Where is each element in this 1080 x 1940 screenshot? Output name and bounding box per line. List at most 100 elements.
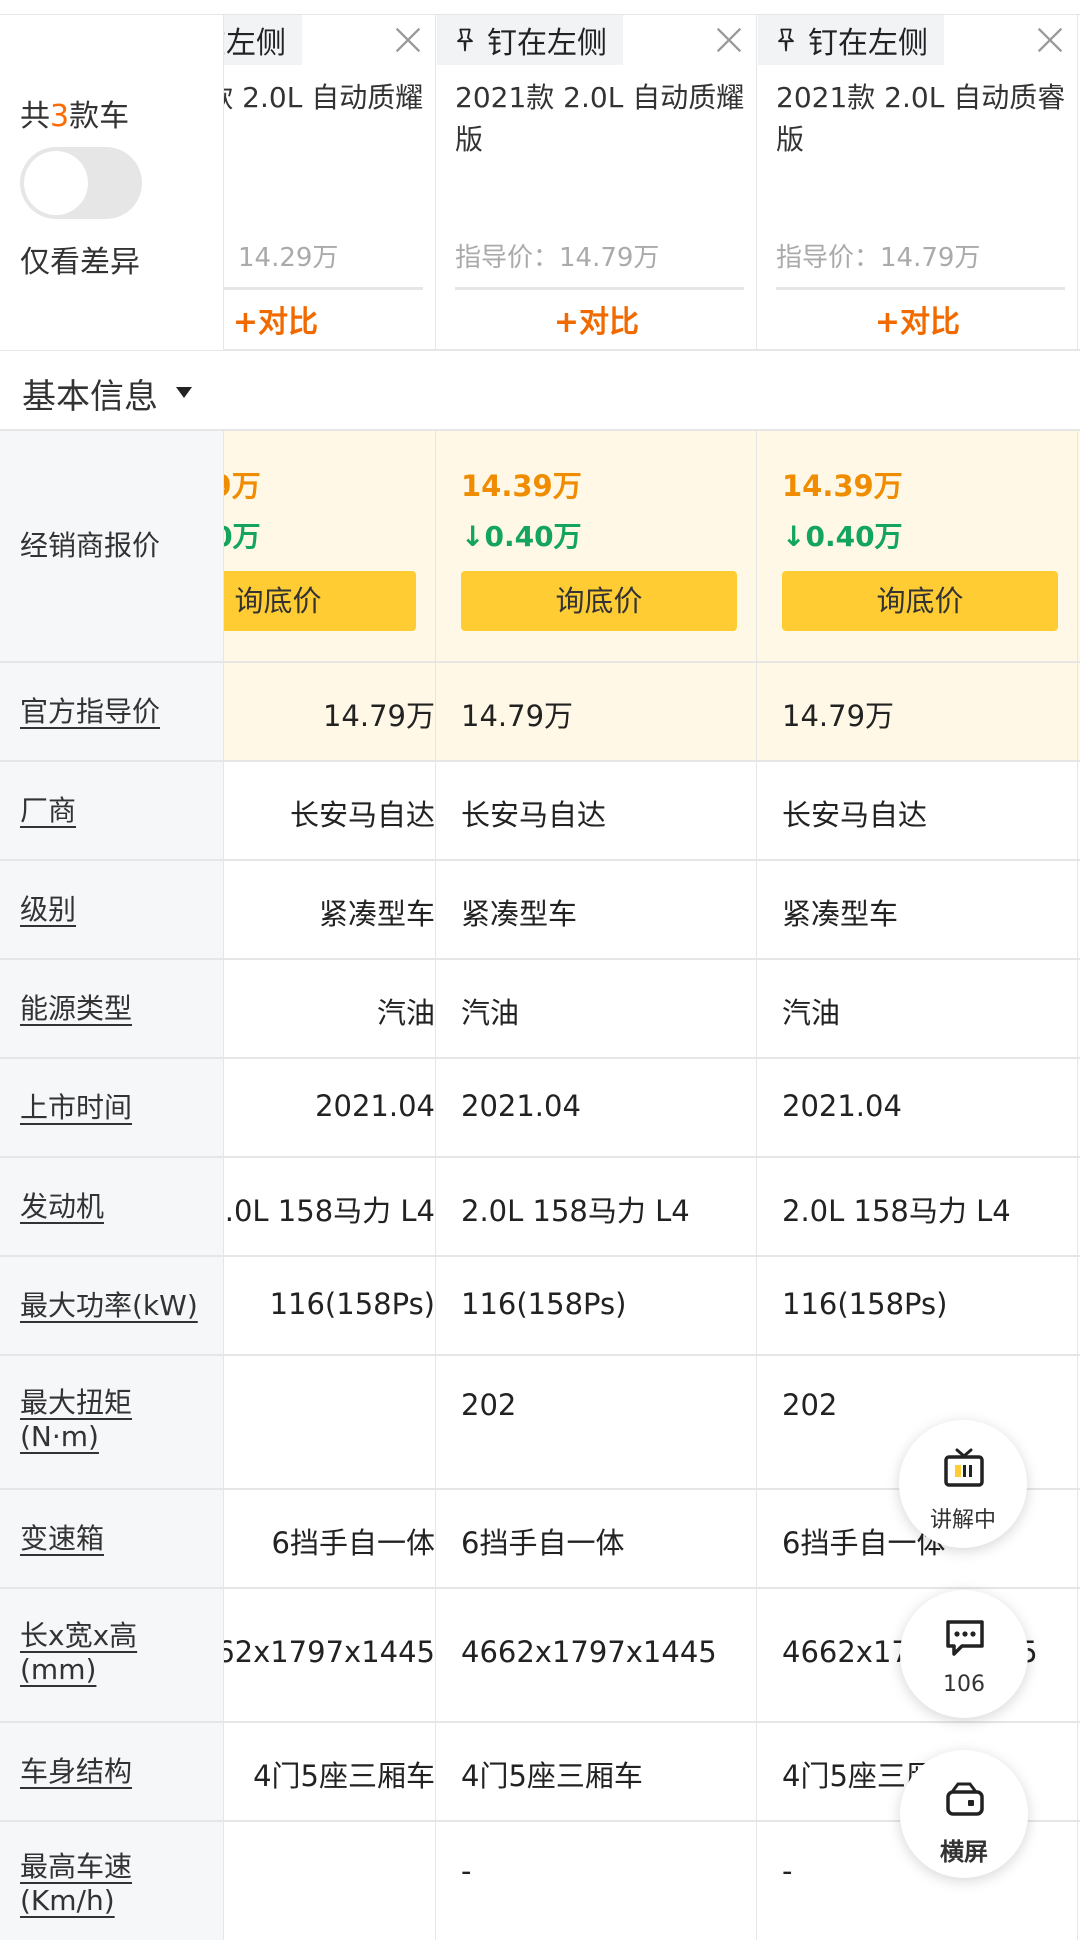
row-label-cell: 官方指导价 [0, 663, 224, 760]
tv-icon [944, 1448, 984, 1487]
dealer-price: 14.39万 [461, 469, 582, 503]
dealer-cell: 14.39万 ↓0.40万 询底价 [758, 431, 1078, 661]
cell-value: 汽油 [782, 996, 841, 1030]
table-cell: 116(158Ps) [437, 1257, 757, 1354]
pin-label: 钉在左侧 [808, 26, 928, 61]
cell-value: 14.79万 [782, 699, 895, 733]
table-row: 能源类型 汽油 汽油 汽油 [0, 960, 1080, 1059]
car-count-text: 共3款车 [20, 99, 130, 134]
row-label[interactable]: 最大扭矩(N·m) [20, 1386, 170, 1454]
comment-icon [946, 1620, 984, 1656]
model-name: 2021款 2.0L 自动质耀版 [455, 81, 745, 156]
row-label[interactable]: 车身结构 [20, 1755, 132, 1789]
cell-value: 长安马自达 [461, 798, 607, 832]
table-row-dealer-price: 经销商报价 14.39万 ↓0.40万 询底价 14.39万 ↓0.40万 询底… [0, 431, 1080, 663]
pin-left-button[interactable]: 钉在左侧 [758, 15, 944, 65]
row-label-cell: 上市时间 [0, 1059, 224, 1156]
cell-value: 汽油 [461, 996, 520, 1030]
pin-left-button[interactable]: 钉在左侧 [437, 15, 623, 65]
diff-only-toggle[interactable] [20, 147, 142, 219]
table-row: 官方指导价 14.79万 14.79万 14.79万 [0, 663, 1080, 762]
row-label[interactable]: 最大功率(kW) [20, 1289, 198, 1323]
row-label[interactable]: 级别 [20, 893, 76, 927]
table-cell: 汽油 [437, 960, 757, 1057]
row-label: 经销商报价 [20, 529, 161, 562]
close-icon[interactable] [1033, 23, 1067, 57]
close-icon[interactable] [391, 23, 425, 57]
table-cell: 2021.04 [437, 1059, 757, 1156]
table-cell: - [437, 1822, 757, 1940]
add-compare-button[interactable]: +对比 [437, 297, 756, 341]
row-label-cell: 经销商报价 [0, 431, 224, 661]
row-label-cell: 变速箱 [0, 1490, 224, 1587]
row-label[interactable]: 上市时间 [20, 1091, 132, 1125]
row-label[interactable]: 变速箱 [20, 1522, 104, 1556]
row-label-cell: 最高车速(Km/h) [0, 1822, 224, 1940]
comments-count: 106 [943, 1672, 985, 1697]
table-cell: 长安马自达 [758, 762, 1078, 859]
pin-icon [778, 28, 794, 52]
cell-value: 202 [782, 1388, 838, 1422]
pin-label: 钉在左侧 [487, 26, 607, 61]
car-count-number: 3 [50, 99, 70, 134]
cell-value: 2021.04 [461, 1089, 581, 1123]
guide-price-text: 指导价：14.79万 [776, 243, 981, 273]
cell-value: 4662x1797x1445 [461, 1635, 717, 1669]
table-row: 发动机 2.0L 158马力 L4 2.0L 158马力 L4 2.0L 158… [0, 1158, 1080, 1257]
explain-label: 讲解中 [929, 1508, 996, 1533]
cell-value: 202 [461, 1388, 517, 1422]
car-column-2: 钉在左侧 2021款 2.0L 自动质耀版 指导价：14.79万 +对比 [437, 15, 757, 350]
cell-value: 2.0L 158马力 L4 [461, 1194, 690, 1228]
table-cell: 4662x1797x1445 [437, 1589, 757, 1721]
table-cell: 4门5座三厢车 [437, 1723, 757, 1820]
comments-float-button[interactable]: 106 [900, 1590, 1028, 1718]
car-column-3: 钉在左侧 2021款 2.0L 自动质睿版 指导价：14.79万 +对比 [758, 15, 1078, 350]
explain-float-button[interactable]: 讲解中 [899, 1420, 1027, 1548]
ask-lowest-price-button[interactable]: 询底价 [782, 571, 1058, 631]
toggle-knob [24, 151, 88, 215]
close-icon[interactable] [712, 23, 746, 57]
row-label[interactable]: 发动机 [20, 1190, 104, 1224]
price-drop: ↓0.40万 [782, 520, 903, 553]
rotate-screen-icon [946, 1782, 984, 1816]
table-row: 最大功率(kW) 116(158Ps) 116(158Ps) 116(158Ps… [0, 1257, 1080, 1356]
table-cell: 汽油 [758, 960, 1078, 1057]
row-label[interactable]: 最高车速(Km/h) [20, 1850, 170, 1918]
ask-lowest-price-button[interactable]: 询底价 [461, 571, 737, 631]
cell-value: - [461, 1854, 472, 1888]
row-label[interactable]: 厂商 [20, 794, 76, 828]
section-title: 基本信息 [22, 377, 158, 417]
table-cell: 2.0L 158马力 L4 [758, 1158, 1078, 1255]
row-label[interactable]: 长x宽x高(mm) [20, 1619, 170, 1687]
table-row: 级别 紧凑型车 紧凑型车 紧凑型车 [0, 861, 1080, 960]
row-label-cell: 发动机 [0, 1158, 224, 1255]
table-cell: 6挡手自一体 [437, 1490, 757, 1587]
section-header-basic-info[interactable]: 基本信息 [0, 351, 1080, 431]
compare-header: 共3款车 仅看差异 钉在左侧 2021款 2.0L 自动质耀版 指导价：14.2… [0, 14, 1080, 351]
row-label-cell: 能源类型 [0, 960, 224, 1057]
cell-value: 14.79万 [461, 699, 574, 733]
cell-value: 2021.04 [782, 1089, 902, 1123]
table-cell: 紧凑型车 [437, 861, 757, 958]
model-name: 2021款 2.0L 自动质睿版 [776, 81, 1066, 156]
row-label[interactable]: 能源类型 [20, 992, 132, 1026]
pin-icon [457, 28, 473, 52]
table-cell: 14.79万 [437, 663, 757, 760]
table-row: 厂商 长安马自达 长安马自达 长安马自达 [0, 762, 1080, 861]
add-compare-button[interactable]: +对比 [758, 297, 1077, 341]
row-label-cell: 厂商 [0, 762, 224, 859]
divider [455, 287, 744, 290]
cell-value: 2.0L 158马力 L4 [782, 1194, 1011, 1228]
spec-table: 经销商报价 14.39万 ↓0.40万 询底价 14.39万 ↓0.40万 询底… [0, 431, 1080, 1940]
table-cell: 2.0L 158马力 L4 [437, 1158, 757, 1255]
row-label-cell: 车身结构 [0, 1723, 224, 1820]
car-compare-page: 共3款车 仅看差异 钉在左侧 2021款 2.0L 自动质耀版 指导价：14.2… [0, 0, 1080, 1940]
divider [776, 287, 1065, 290]
row-label[interactable]: 官方指导价 [20, 695, 160, 729]
landscape-float-button[interactable]: 横屏 [900, 1750, 1028, 1878]
row-label-cell: 级别 [0, 861, 224, 958]
dealer-price: 14.39万 [782, 469, 903, 503]
table-cell: 116(158Ps) [758, 1257, 1078, 1354]
cell-value: 116(158Ps) [782, 1287, 948, 1321]
table-cell: 2021.04 [758, 1059, 1078, 1156]
